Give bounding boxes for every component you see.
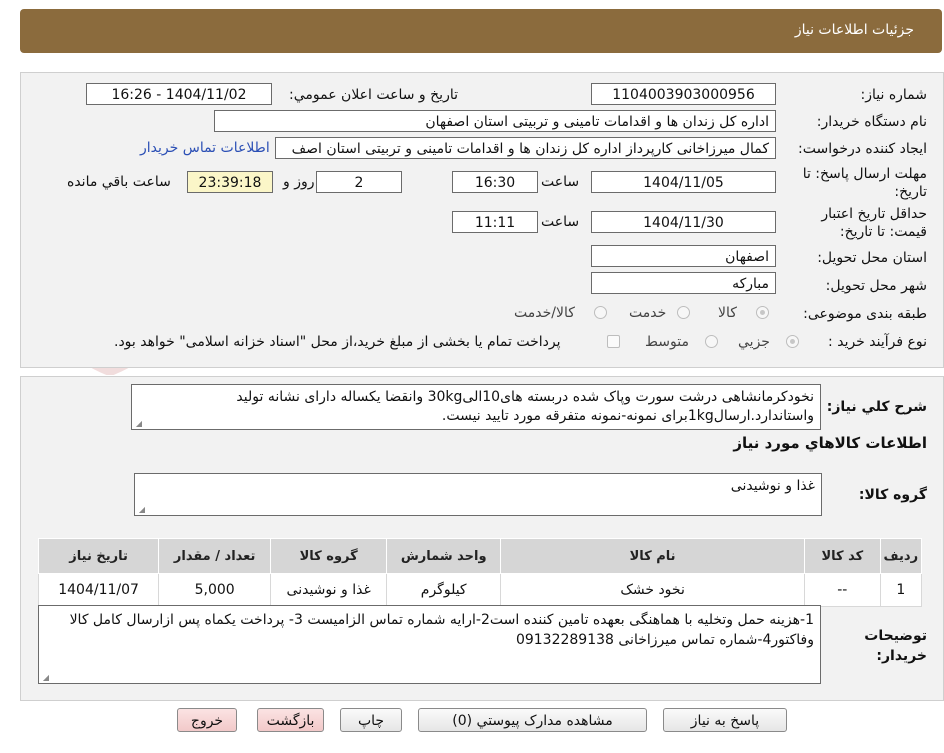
remaining-label: ساعت باقي مانده <box>67 174 171 190</box>
category-radio-service[interactable] <box>677 306 690 319</box>
table-header-row: ردیف کد کالا نام کالا واحد شمارش گروه کا… <box>37 538 923 574</box>
resize-handle-icon[interactable]: ◢ <box>42 674 49 682</box>
print-button[interactable]: چاپ <box>340 708 402 732</box>
city-field: مبارکه <box>591 272 776 294</box>
payment-note: پرداخت تمام یا بخشی از مبلغ خرید،از محل … <box>114 334 561 350</box>
resize-handle-icon[interactable]: ◢ <box>138 506 145 514</box>
category-option-service: خدمت <box>629 305 667 321</box>
days-field: 2 <box>316 171 402 193</box>
goods-group-value: غذا و نوشیدنی <box>730 478 815 494</box>
province-field: اصفهان <box>591 245 776 267</box>
description-label: شرح کلي نیاز: <box>826 399 927 415</box>
cell-quantity: 5,000 <box>158 573 272 607</box>
buyer-org-label: نام دستگاه خریدار: <box>816 114 927 130</box>
resize-handle-icon[interactable]: ◢ <box>135 420 142 428</box>
days-label: روز و <box>283 174 315 190</box>
col-header-date: تاریخ نیاز <box>37 538 160 574</box>
goods-group-label: گروه کالا: <box>858 487 927 503</box>
need-number-label: شماره نیاز: <box>860 87 928 103</box>
cell-name: نخود خشک <box>500 573 805 607</box>
cell-code: -- <box>803 573 881 607</box>
process-label: نوع فرآیند خرید : <box>828 334 927 350</box>
table-row: 1 -- نخود خشک کیلوگرم غذا و نوشیدنی 5,00… <box>37 573 923 607</box>
deadline-time-label: ساعت <box>541 174 580 190</box>
category-label: طبقه بندی موضوعی: <box>803 306 927 322</box>
col-header-quantity: تعداد / مقدار <box>158 538 272 574</box>
col-header-group: گروه کالا <box>270 538 388 574</box>
treasury-checkbox[interactable] <box>607 335 620 348</box>
category-radio-goods-service[interactable] <box>594 306 607 319</box>
validity-date-field: 1404/11/30 <box>591 211 776 233</box>
province-label: استان محل تحویل: <box>817 250 927 266</box>
deadline-date-field: 1404/11/05 <box>591 171 776 193</box>
col-header-unit: واحد شمارش <box>386 538 502 574</box>
validity-time-label: ساعت <box>541 214 580 230</box>
buyer-org-field: اداره کل زندان ها و اقدامات تامینی و ترب… <box>214 110 776 132</box>
process-option-minor: جزیي <box>738 334 770 350</box>
page-title: جزئیات اطلاعات نیاز <box>794 22 914 38</box>
validity-time-field: 11:11 <box>452 211 538 233</box>
goods-section-title: اطلاعات کالاهاي مورد نیاز <box>733 434 927 452</box>
buyer-contact-link[interactable]: اطلاعات تماس خریدار <box>140 140 270 156</box>
validity-label: حداقل تاریخ اعتبار قیمت: تا تاریخ: <box>821 206 927 240</box>
announce-label: تاریخ و ساعت اعلان عمومي: <box>289 87 458 103</box>
cell-date: 1404/11/07 <box>37 573 160 607</box>
notes-textarea: 1-هزینه حمل وتخلیه با هماهنگی بعهده تامی… <box>38 605 821 684</box>
remaining-time-field: 23:39:18 <box>187 171 273 193</box>
deadline-time-field: 16:30 <box>452 171 538 193</box>
cell-group: غذا و نوشیدنی <box>270 573 388 607</box>
requester-field: کمال میرزاخانی کارپرداز اداره کل زندان ه… <box>275 137 776 159</box>
process-radio-medium[interactable] <box>705 335 718 348</box>
col-header-row: ردیف <box>879 538 923 574</box>
notes-text: 1-هزینه حمل وتخلیه با هماهنگی بعهده تامی… <box>69 612 814 648</box>
category-radio-goods[interactable] <box>756 306 769 319</box>
city-label: شهر محل تحویل: <box>825 278 927 294</box>
deadline-label: مهلت ارسال پاسخ: تا تاریخ: <box>802 166 927 200</box>
need-number-field: 1104003903000956 <box>591 83 776 105</box>
back-button[interactable]: بازگشت <box>257 708 324 732</box>
attachments-button[interactable]: مشاهده مدارک پیوستي (0) <box>418 708 647 732</box>
process-radio-minor[interactable] <box>786 335 799 348</box>
reply-button[interactable]: پاسخ به نیاز <box>663 708 787 732</box>
description-text: نخودکرمانشاهی درشت سورت وپاک شده دربسته … <box>236 389 814 424</box>
goods-group-textarea: غذا و نوشیدنی ◢ <box>134 473 822 516</box>
exit-button[interactable]: خروج <box>177 708 237 732</box>
category-option-goods-service: کالا/خدمت <box>514 305 575 321</box>
announce-field: 1404/11/02 - 16:26 <box>86 83 272 105</box>
notes-label: توضیحات خریدار: <box>864 628 927 664</box>
goods-table: ردیف کد کالا نام کالا واحد شمارش گروه کا… <box>37 538 923 607</box>
cell-row: 1 <box>879 573 923 607</box>
page-header: جزئیات اطلاعات نیاز <box>20 9 942 53</box>
cell-unit: کیلوگرم <box>386 573 502 607</box>
col-header-name: نام کالا <box>500 538 805 574</box>
process-option-medium: متوسط <box>645 334 689 350</box>
requester-label: ایجاد کننده درخواست: <box>798 141 927 157</box>
description-textarea: نخودکرمانشاهی درشت سورت وپاک شده دربسته … <box>131 384 821 430</box>
col-header-code: کد کالا <box>803 538 881 574</box>
category-option-goods: کالا <box>718 305 737 321</box>
